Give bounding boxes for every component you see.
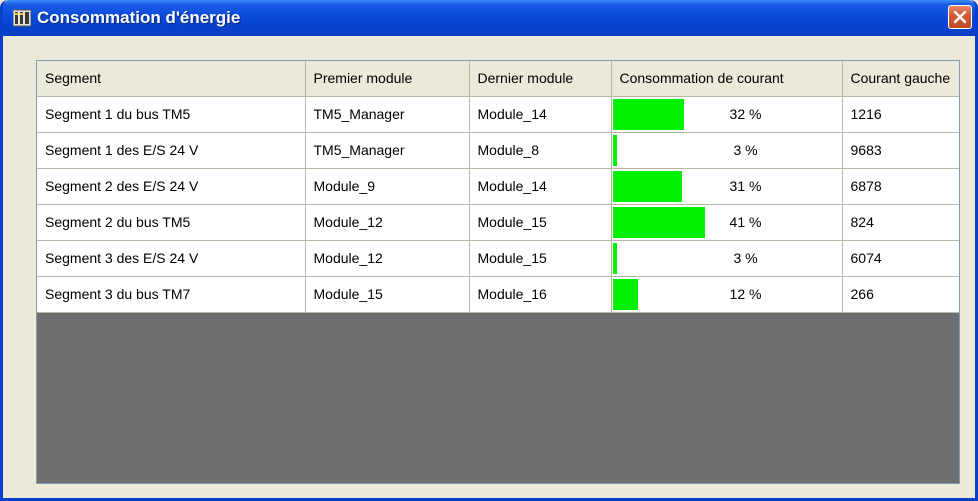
column-header-remaining-current[interactable]: Courant gauche (842, 61, 959, 97)
table-row[interactable]: Segment 1 du bus TM5 TM5_Manager Module_14… (37, 96, 959, 133)
module-rack-icon (12, 9, 32, 27)
remaining-current-cell: 9683 (842, 132, 959, 169)
table-row[interactable]: Segment 1 des E/S 24 V TM5_Manager Module_… (37, 132, 959, 169)
last-module-cell: Module_15 (469, 240, 612, 277)
column-header-last-module[interactable]: Dernier module (469, 61, 612, 97)
first-module-cell: Module_12 (305, 240, 470, 277)
first-module-cell: TM5_Manager (305, 132, 470, 169)
segment-cell: Segment 1 des E/S 24 V (37, 132, 306, 169)
consumption-percent: 3 % (733, 250, 758, 266)
consumption-percent: 31 % (729, 178, 762, 194)
segment-cell: Segment 2 des E/S 24 V (37, 168, 306, 205)
segment-cell: Segment 1 du bus TM5 (37, 96, 306, 133)
remaining-current-cell: 824 (842, 204, 959, 241)
column-header-segment[interactable]: Segment (37, 61, 306, 97)
first-module-cell: Module_9 (305, 168, 470, 205)
current-consumption-cell: 12 % (611, 276, 843, 313)
current-consumption-cell: 41 % (611, 204, 843, 241)
segment-cell: Segment 2 du bus TM5 (37, 204, 306, 241)
current-consumption-cell: 32 % (611, 96, 843, 133)
remaining-current-cell: 6074 (842, 240, 959, 277)
remaining-current-cell: 266 (842, 276, 959, 313)
table-row[interactable]: Segment 3 des E/S 24 V Module_12 Module_15… (37, 240, 959, 277)
energy-consumption-window: Consommation d'énergie Segment Premier m (0, 0, 978, 501)
close-button[interactable] (948, 5, 972, 29)
window-title: Consommation d'énergie (37, 8, 241, 27)
current-consumption-cell: 3 % (611, 132, 843, 169)
last-module-cell: Module_16 (469, 276, 612, 313)
segment-cell: Segment 3 du bus TM7 (37, 276, 306, 313)
first-module-cell: Module_12 (305, 204, 470, 241)
first-module-cell: Module_15 (305, 276, 470, 313)
header-row: Segment Premier module Dernier module Co… (37, 61, 959, 97)
last-module-cell: Module_14 (469, 96, 612, 133)
table-row[interactable]: Segment 2 du bus TM5 Module_12 Module_15 41… (37, 204, 959, 241)
last-module-cell: Module_14 (469, 168, 612, 205)
last-module-cell: Module_8 (469, 132, 612, 169)
table-row[interactable]: Segment 3 du bus TM7 Module_15 Module_16 12… (37, 276, 959, 313)
column-header-first-module[interactable]: Premier module (305, 61, 470, 97)
current-consumption-cell: 3 % (611, 240, 843, 277)
table-row[interactable]: Segment 2 des E/S 24 V Module_9 Module_14 3… (37, 168, 959, 205)
last-module-cell: Module_15 (469, 204, 612, 241)
column-header-current-consumption[interactable]: Consommation de courant (611, 61, 843, 97)
remaining-current-cell: 6878 (842, 168, 959, 205)
consumption-percent: 32 % (729, 106, 762, 122)
segment-cell: Segment 3 des E/S 24 V (37, 240, 306, 277)
remaining-current-cell: 1216 (842, 96, 959, 133)
consumption-table: Segment Premier module Dernier module Co… (37, 61, 959, 313)
title-bar[interactable]: Consommation d'énergie (3, 0, 975, 36)
consumption-percent: 41 % (729, 214, 762, 230)
current-consumption-cell: 31 % (611, 168, 843, 205)
first-module-cell: TM5_Manager (305, 96, 470, 133)
consumption-grid[interactable]: Segment Premier module Dernier module Co… (36, 60, 960, 484)
consumption-percent: 3 % (733, 142, 758, 158)
consumption-percent: 12 % (729, 286, 762, 302)
